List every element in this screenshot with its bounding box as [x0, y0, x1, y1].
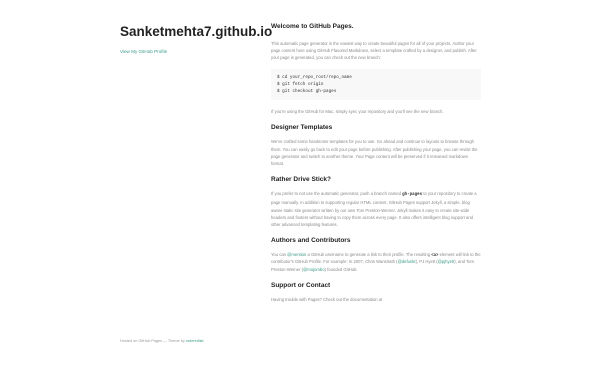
drive-text-after: to your repository to create a page manu…	[271, 191, 477, 228]
designer-heading: Designer Templates	[271, 124, 333, 132]
code-block: $ cd your_repo_root/repo_name $ git fetc…	[271, 68, 481, 101]
view-profile-link[interactable]: View My GitHub Profile	[120, 49, 250, 54]
site-title[interactable]: Sanketmehta7.github.io	[120, 24, 272, 40]
authors-t4: ), PJ Hyett (	[415, 259, 438, 265]
support-text: Having trouble with Pages? Check out the…	[271, 296, 383, 302]
welcome-heading: Welcome to GitHub Pages.	[271, 23, 354, 30]
welcome-after: If you're using the GitHub for Mac, simp…	[271, 109, 444, 115]
main-content: Welcome to GitHub Pages. This automatic …	[271, 22, 481, 303]
footer: Hosted on GitHub Pages — Theme by ordere…	[120, 339, 204, 343]
sidebar: Sanketmehta7.github.io View My GitHub Pr…	[120, 24, 272, 54]
drive-heading: Rather Drive Stick?	[271, 176, 331, 184]
branch-name: gh-pages	[402, 193, 423, 198]
defunkt-link[interactable]: @defunkt	[398, 259, 416, 264]
authors-t1: You can	[271, 252, 288, 258]
pjhyett-link[interactable]: @pjhyett	[438, 259, 455, 264]
support-heading: Support or Contact	[271, 281, 331, 289]
welcome-intro: This automatic page generator is the eas…	[271, 41, 477, 61]
authors-text: You can @mention a GitHub username to ge…	[271, 251, 481, 273]
footer-text: Hosted on GitHub Pages — Theme by	[120, 339, 186, 343]
drive-text-before: If you prefer to not use the automatic g…	[271, 191, 403, 197]
authors-t6: ) founded GitHub.	[324, 266, 358, 272]
authors-t2: a GitHub username to generate a link to …	[306, 252, 432, 258]
theme-author-link[interactable]: orderedlist	[186, 339, 204, 343]
authors-heading: Authors and Contributors	[271, 237, 351, 245]
mojombo-link[interactable]: @mojombo	[303, 267, 324, 272]
mention-link[interactable]: @mention	[287, 252, 306, 257]
drive-text: If you prefer to not use the automatic g…	[271, 190, 481, 228]
designer-text: We've crafted some handsome templates fo…	[271, 139, 478, 167]
